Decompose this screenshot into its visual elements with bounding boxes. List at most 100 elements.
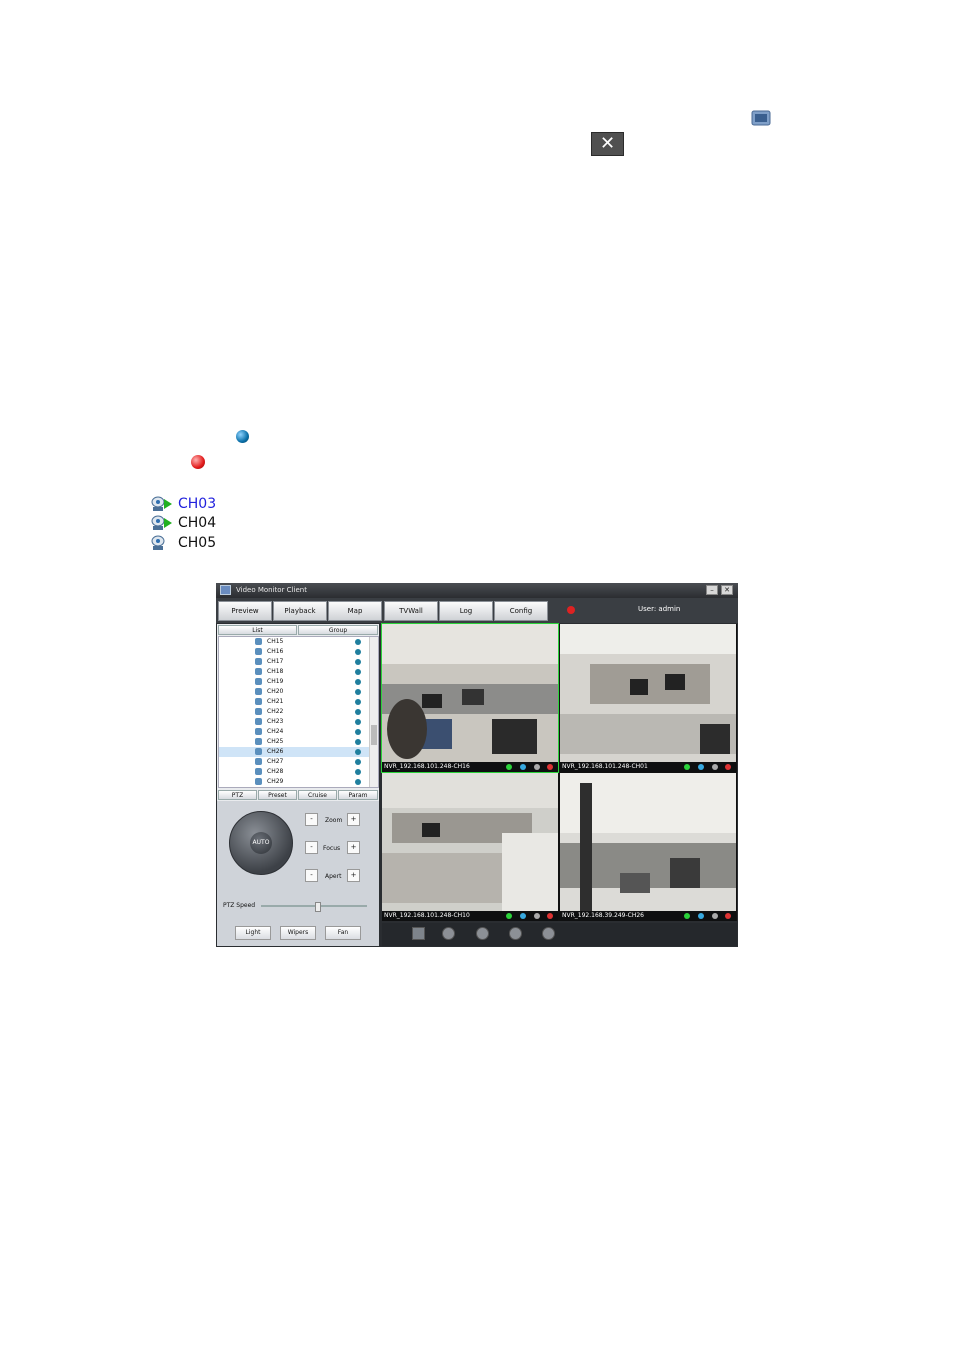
camera-icon	[255, 758, 262, 765]
left-panel: List Group CH15 CH16 CH17 CH18 CH19 CH20 CH21 C…	[217, 624, 379, 946]
talk-icon[interactable]	[520, 764, 526, 770]
close-video-icon[interactable]	[547, 764, 553, 770]
layout-icon[interactable]	[412, 927, 425, 940]
tree-channel-label: CH17	[267, 658, 284, 665]
tree-channel-item[interactable]: CH15	[219, 637, 369, 647]
camera-recording-icon	[151, 515, 172, 530]
tree-channel-item[interactable]: CH29	[219, 777, 369, 787]
video-frame	[560, 773, 736, 911]
auto-button[interactable]: AUTO	[250, 832, 272, 854]
tree-channel-label: CH23	[267, 718, 284, 725]
minimize-icon[interactable]: –	[706, 585, 718, 595]
snapshot-icon[interactable]	[534, 913, 540, 919]
record-icon[interactable]	[506, 913, 512, 919]
talk-icon[interactable]	[698, 764, 704, 770]
snapshot-icon[interactable]	[712, 764, 718, 770]
fan-button[interactable]: Fan	[325, 926, 361, 940]
nav-tvwall-button[interactable]: TVWall	[384, 601, 438, 621]
online-status-icon	[355, 689, 361, 695]
tree-channel-item[interactable]: CH20	[219, 687, 369, 697]
nav-config-button[interactable]: Config	[494, 601, 548, 621]
apert-plus-button[interactable]: +	[347, 869, 360, 882]
close-video-icon[interactable]	[725, 913, 731, 919]
close-icon[interactable]: ✕	[591, 132, 624, 156]
tree-channel-item[interactable]: CH16	[219, 647, 369, 657]
tree-channel-item[interactable]: CH26	[219, 747, 369, 757]
video-label-bar: NVR_192.168.101.248-CH10	[382, 911, 558, 921]
fullscreen-icon[interactable]	[442, 927, 455, 940]
stop-all-icon[interactable]	[542, 927, 555, 940]
channel-tree: CH15 CH16 CH17 CH18 CH19 CH20 CH21 CH22 CH23 CH24…	[218, 636, 379, 788]
tree-channel-label: CH18	[267, 668, 284, 675]
slider-knob[interactable]	[315, 902, 321, 912]
app-window: Video Monitor Client – ✕ Preview Playbac…	[216, 583, 738, 947]
nav-log-button[interactable]: Log	[439, 601, 493, 621]
alarm-icon[interactable]	[567, 606, 575, 614]
channel-label: CH05	[178, 535, 217, 551]
camera-icon	[255, 668, 262, 675]
camera-icon	[255, 688, 262, 695]
online-status-icon	[355, 739, 361, 745]
video-cell[interactable]: NVR_192.168.39.249-CH26	[560, 773, 736, 921]
tree-channel-item[interactable]: CH24	[219, 727, 369, 737]
apert-minus-button[interactable]: -	[305, 869, 318, 882]
ptz-speed-slider[interactable]	[261, 902, 367, 912]
video-cell[interactable]: NVR_192.168.101.248-CH10	[382, 773, 558, 921]
tab-param[interactable]: Param	[338, 790, 378, 800]
nav-bar: Preview Playback Map TVWall Log Config U…	[216, 598, 738, 623]
tree-scrollbar[interactable]	[369, 637, 378, 787]
video-cell[interactable]: NVR_192.168.101.248-CH01	[560, 624, 736, 772]
snapshot-icon[interactable]	[534, 764, 540, 770]
nav-playback-button[interactable]: Playback	[273, 601, 327, 621]
tree-channel-item[interactable]: CH23	[219, 717, 369, 727]
tree-channel-label: CH19	[267, 678, 284, 685]
tree-channel-item[interactable]: CH17	[219, 657, 369, 667]
online-status-icon	[355, 719, 361, 725]
record-icon[interactable]	[684, 913, 690, 919]
video-cell[interactable]: NVR_192.168.101.248-CH16	[381, 623, 559, 773]
tree-channel-item[interactable]: CH21	[219, 697, 369, 707]
record-icon[interactable]	[684, 764, 690, 770]
tree-channel-item[interactable]: CH18	[219, 667, 369, 677]
camera-icon	[255, 658, 262, 665]
online-status-icon	[355, 679, 361, 685]
nav-map-button[interactable]: Map	[328, 601, 382, 621]
tab-ptz[interactable]: PTZ	[218, 790, 257, 800]
alarm-status-icon	[191, 455, 205, 469]
tab-list[interactable]: List	[218, 625, 297, 635]
scroll-thumb[interactable]	[371, 725, 377, 745]
talk-icon[interactable]	[698, 913, 704, 919]
tree-channel-item[interactable]: CH27	[219, 757, 369, 767]
previous-page-icon[interactable]	[476, 927, 489, 940]
camera-icon	[255, 698, 262, 705]
focus-minus-button[interactable]: -	[305, 841, 318, 854]
tab-cruise[interactable]: Cruise	[298, 790, 337, 800]
online-status-icon	[355, 699, 361, 705]
nav-preview-button[interactable]: Preview	[218, 601, 272, 621]
online-status-icon	[355, 749, 361, 755]
zoom-out-button[interactable]: -	[305, 813, 318, 826]
tree-channel-label: CH26	[267, 748, 284, 755]
close-icon[interactable]: ✕	[721, 585, 733, 595]
title-bar: Video Monitor Client – ✕	[216, 583, 738, 598]
tab-preset[interactable]: Preset	[258, 790, 297, 800]
light-button[interactable]: Light	[235, 926, 271, 940]
tree-channel-item[interactable]: CH19	[219, 677, 369, 687]
close-video-icon[interactable]	[725, 764, 731, 770]
next-page-icon[interactable]	[509, 927, 522, 940]
video-label-bar: NVR_192.168.101.248-CH16	[382, 762, 558, 772]
zoom-in-button[interactable]: +	[347, 813, 360, 826]
snapshot-icon[interactable]	[712, 913, 718, 919]
record-icon[interactable]	[506, 764, 512, 770]
tree-channel-item[interactable]: CH28	[219, 767, 369, 777]
close-video-icon[interactable]	[547, 913, 553, 919]
tab-group[interactable]: Group	[298, 625, 378, 635]
camera-icon	[255, 778, 262, 785]
focus-plus-button[interactable]: +	[347, 841, 360, 854]
tree-channel-item[interactable]: CH22	[219, 707, 369, 717]
ptz-joystick[interactable]: AUTO	[229, 811, 293, 875]
tree-channel-item[interactable]: CH25	[219, 737, 369, 747]
wipers-button[interactable]: Wipers	[280, 926, 316, 940]
talk-icon[interactable]	[520, 913, 526, 919]
video-grid: NVR_192.168.101.248-CH16 NVR_192.168.101…	[381, 623, 737, 921]
